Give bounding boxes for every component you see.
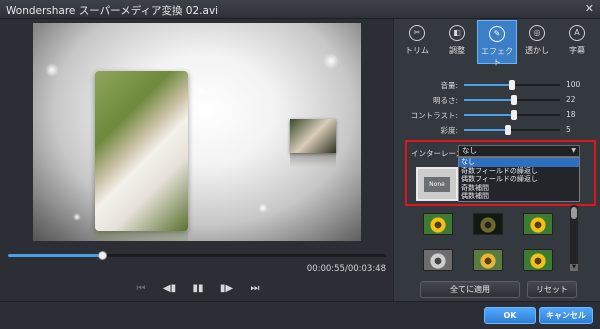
wedding-photo-large — [95, 71, 188, 241]
sparkle-decoration — [45, 63, 59, 77]
crop-icon: ◧ — [449, 25, 465, 41]
slider-fill — [464, 129, 509, 131]
adjustment-row: 音量: 100 — [394, 77, 600, 92]
adjustment-label: 音量: — [440, 81, 458, 90]
effect-thumbnail[interactable] — [523, 249, 553, 271]
tab-label: 透かし — [525, 46, 549, 55]
settings-panel: ✂ トリム ◧ 調整 ✎ エフェクト ◎ 透かし A 字幕 音量: 100 明るさ: 22 コントラスト:… — [393, 19, 600, 301]
playback-controls: ⏮ ◀▮ ▮▮ ▮▶ ⏭ — [133, 281, 263, 297]
tab-label: トリム — [405, 46, 429, 55]
slider-fill — [464, 99, 514, 101]
title-bar: Wondershare スーパーメディア変換 02.avi ✕ — [0, 0, 600, 19]
interlace-option[interactable]: 偶数補間 — [459, 192, 579, 201]
interlace-option[interactable]: 奇数フィールドの繰返し — [459, 167, 579, 176]
slider-handle[interactable] — [510, 110, 517, 120]
effect-thumbnail[interactable] — [523, 213, 553, 235]
preview-pane: 00:00:55/00:03:48 ⏮ ◀▮ ▮▮ ▮▶ ⏭ — [0, 19, 393, 301]
time-display: 00:00:55/00:03:48 — [306, 264, 386, 274]
adjustment-value: 100 — [566, 80, 581, 89]
watermark-icon: ◎ — [529, 25, 545, 41]
footer-bar: OK キャンセル — [0, 301, 600, 329]
adjustment-row: 明るさ: 22 — [394, 92, 600, 107]
tab-crop[interactable]: ◧ 調整 — [437, 20, 477, 64]
effect-preview-thumbnail: None — [416, 167, 458, 201]
reset-button[interactable]: リセット — [527, 281, 577, 298]
video-preview — [33, 23, 361, 241]
adjustment-value: 22 — [566, 95, 576, 104]
skip-back-icon[interactable]: ⏮ — [133, 282, 149, 296]
sparkle-decoration — [258, 203, 268, 213]
effect-thumbnail[interactable] — [423, 213, 453, 235]
effect-thumbnail[interactable] — [473, 213, 503, 235]
effect-icon: ✎ — [489, 26, 505, 42]
ok-button[interactable]: OK — [484, 307, 536, 324]
tab-bar: ✂ トリム ◧ 調整 ✎ エフェクト ◎ 透かし A 字幕 — [397, 20, 597, 67]
adjustment-value: 5 — [566, 125, 571, 134]
cancel-button[interactable]: キャンセル — [539, 307, 593, 324]
sparkle-decoration — [323, 53, 339, 69]
subtitle-icon: A — [569, 25, 585, 41]
adjustment-slider[interactable] — [464, 125, 560, 135]
tab-scissors[interactable]: ✂ トリム — [397, 20, 437, 64]
interlace-selected-value: なし — [462, 146, 477, 155]
slider-handle[interactable] — [509, 80, 515, 90]
skip-forward-icon[interactable]: ⏭ — [247, 282, 263, 296]
video-editor-window: Wondershare スーパーメディア変換 02.avi ✕ 00:00:55… — [0, 0, 600, 329]
adjustment-row: コントラスト: 18 — [394, 107, 600, 122]
apply-all-button[interactable]: 全てに適用 — [420, 281, 520, 298]
step-forward-icon[interactable]: ▮▶ — [219, 282, 235, 296]
adjustment-slider[interactable] — [464, 95, 560, 105]
adjustment-row: 彩度: 5 — [394, 122, 600, 137]
seek-handle[interactable] — [97, 251, 107, 260]
effect-preview-label: None — [424, 177, 450, 192]
step-back-icon[interactable]: ◀▮ — [162, 282, 178, 296]
close-icon[interactable]: ✕ — [585, 2, 594, 15]
slider-fill — [464, 114, 514, 116]
interlace-option[interactable]: 偶数フィールドの繰返し — [459, 175, 579, 184]
scrollbar-grip[interactable] — [571, 207, 577, 219]
adjustment-sliders: 音量: 100 明るさ: 22 コントラスト: 18 彩度: 5 — [394, 77, 600, 137]
sparkle-decoration — [195, 85, 207, 97]
adjustment-value: 18 — [566, 110, 576, 119]
adjustment-label: 明るさ: — [432, 96, 458, 105]
effect-thumbnail[interactable] — [423, 249, 453, 271]
tab-label: 字幕 — [569, 46, 585, 55]
photo-reflection — [290, 153, 336, 167]
tab-watermark[interactable]: ◎ 透かし — [517, 20, 557, 64]
photo-reflection — [95, 231, 188, 241]
interlace-option[interactable]: なし — [459, 158, 579, 167]
wedding-photo-small — [290, 119, 336, 167]
effect-thumbnail[interactable] — [473, 249, 503, 271]
tab-label: 調整 — [449, 46, 465, 55]
scroll-down-icon[interactable]: ▼ — [570, 264, 578, 271]
seek-progress — [8, 254, 102, 257]
slider-handle[interactable] — [505, 125, 512, 135]
slider-fill — [464, 84, 512, 86]
chevron-down-icon: ▼ — [571, 147, 576, 154]
window-title: Wondershare スーパーメディア変換 02.avi — [6, 5, 219, 17]
tab-label: エフェクト — [481, 47, 513, 67]
adjustment-slider[interactable] — [464, 80, 560, 90]
tab-subtitle[interactable]: A 字幕 — [557, 20, 597, 64]
thumbnail-scrollbar[interactable] — [570, 205, 578, 271]
pause-icon[interactable]: ▮▮ — [190, 282, 206, 296]
interlace-dropdown: なし 奇数フィールドの繰返し 偶数フィールドの繰返し 奇数補間 偶数補間 — [458, 157, 580, 202]
scissors-icon: ✂ — [409, 25, 425, 41]
adjustment-slider[interactable] — [464, 110, 560, 120]
adjustment-label: 彩度: — [440, 126, 458, 135]
interlace-select[interactable]: なし ▼ — [458, 145, 580, 157]
slider-handle[interactable] — [510, 95, 517, 105]
sparkle-decoration — [73, 213, 81, 221]
seek-bar[interactable] — [8, 251, 386, 260]
adjustment-label: コントラスト: — [410, 111, 458, 120]
tab-effect[interactable]: ✎ エフェクト — [477, 20, 517, 67]
